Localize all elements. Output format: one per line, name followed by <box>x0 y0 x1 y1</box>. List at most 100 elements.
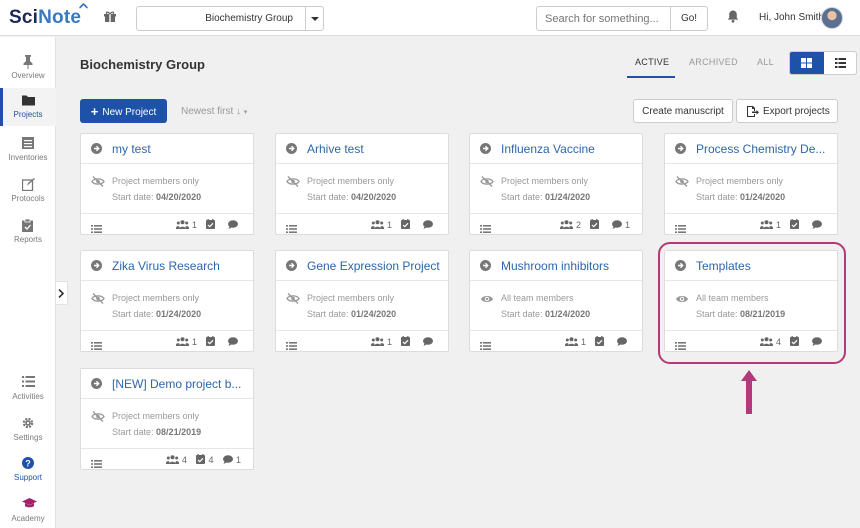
visibility-icon <box>286 174 300 192</box>
sidebar-collapse-button[interactable] <box>56 281 68 305</box>
calendar-check-icon <box>196 454 206 464</box>
experiments-list-icon[interactable] <box>480 337 491 355</box>
experiments-list-icon[interactable] <box>91 220 102 238</box>
sidebar-item-activities[interactable]: Activities <box>0 370 56 408</box>
tasks-count[interactable] <box>790 219 802 230</box>
project-card-title[interactable]: Influenza Vaccine <box>501 142 639 156</box>
members-count[interactable]: 1 <box>175 337 197 347</box>
new-project-button[interactable]: + New Project <box>80 99 167 123</box>
tasks-count[interactable]: 4 <box>196 454 213 465</box>
project-card-footer: 1 <box>276 330 448 351</box>
project-card-title[interactable]: Process Chemistry De... <box>696 142 834 156</box>
members-count[interactable]: 1 <box>370 220 392 230</box>
project-card-title[interactable]: [NEW] Demo project b... <box>112 377 250 391</box>
experiments-list-icon[interactable] <box>480 220 491 238</box>
project-card-footer: 1 <box>470 330 642 351</box>
members-count-value: 2 <box>575 220 581 230</box>
list-icon <box>480 225 491 233</box>
tasks-count[interactable] <box>595 336 607 347</box>
graduation-cap-icon <box>22 498 37 508</box>
gift-icon[interactable] <box>104 10 116 28</box>
project-card-title[interactable]: my test <box>112 142 250 156</box>
project-card-header: Mushroom inhibitors <box>470 251 642 281</box>
sidebar-item-support[interactable]: ? Support <box>0 451 56 489</box>
project-card[interactable]: [NEW] Demo project b... Project members … <box>80 368 254 470</box>
comments-count[interactable] <box>228 220 241 230</box>
project-card-title[interactable]: Mushroom inhibitors <box>501 259 639 273</box>
calendar-check-icon <box>590 219 600 229</box>
cards-view-button[interactable] <box>790 52 824 74</box>
tasks-count[interactable] <box>401 336 413 347</box>
sidebar-item-inventories[interactable]: Inventories <box>0 131 56 169</box>
start-date-value: 01/24/2020 <box>740 192 786 202</box>
users-icon <box>175 220 189 229</box>
tab-active[interactable]: ACTIVE <box>635 57 669 67</box>
scinote-logo[interactable]: SciNote <box>9 2 89 29</box>
comments-count[interactable] <box>617 337 630 347</box>
comments-count[interactable] <box>423 220 436 230</box>
project-card[interactable]: Mushroom inhibitors All team members Sta… <box>469 250 643 352</box>
sidebar-item-reports[interactable]: Reports <box>0 213 56 251</box>
project-card-title[interactable]: Gene Expression Project <box>307 259 445 273</box>
project-card[interactable]: Gene Expression Project Project members … <box>275 250 449 352</box>
svg-text:?: ? <box>25 458 31 468</box>
comments-count[interactable] <box>423 337 436 347</box>
project-card[interactable]: Arhive test Project members only Start d… <box>275 133 449 235</box>
comments-count[interactable] <box>812 220 825 230</box>
eye-slash-icon <box>480 176 494 187</box>
project-card-title[interactable]: Arhive test <box>307 142 445 156</box>
experiments-list-icon[interactable] <box>286 337 297 355</box>
sidebar-item-overview[interactable]: Overview <box>0 49 56 87</box>
tasks-count[interactable] <box>590 219 602 230</box>
tasks-count[interactable] <box>206 219 218 230</box>
notifications-bell-icon[interactable] <box>727 10 739 28</box>
project-visibility: Project members only <box>112 411 200 421</box>
comments-count[interactable]: 1 <box>222 455 241 465</box>
project-card-footer: 1 <box>81 213 253 234</box>
sidebar-item-projects[interactable]: Projects <box>0 88 56 126</box>
experiments-list-icon[interactable] <box>91 337 102 355</box>
experiments-list-icon[interactable] <box>286 220 297 238</box>
comments-count-value: 1 <box>235 455 241 465</box>
comments-count[interactable] <box>228 337 241 347</box>
team-select[interactable]: Biochemistry Group <box>136 6 324 31</box>
user-greeting[interactable]: Hi, John Smith <box>759 12 824 23</box>
sidebar-item-protocols[interactable]: Protocols <box>0 172 56 210</box>
project-card[interactable]: Zika Virus Research Project members only… <box>80 250 254 352</box>
search-go-button[interactable]: Go! <box>670 6 708 31</box>
comment-icon <box>611 220 622 229</box>
tab-all[interactable]: ALL <box>757 57 774 67</box>
search-input[interactable] <box>536 6 671 31</box>
sidebar-item-settings[interactable]: Settings <box>0 411 56 449</box>
create-manuscript-button[interactable]: Create manuscript <box>633 99 733 123</box>
comments-count[interactable]: 1 <box>611 220 630 230</box>
members-count[interactable]: 2 <box>559 220 581 230</box>
sort-dropdown[interactable]: Newest first ↓ ▾ <box>181 106 247 117</box>
members-count[interactable]: 1 <box>759 220 781 230</box>
sidebar-item-academy[interactable]: Academy <box>0 492 56 528</box>
list-icon <box>835 58 846 68</box>
users-icon <box>370 220 384 229</box>
experiments-list-icon[interactable] <box>675 220 686 238</box>
arrow-right-circle-icon <box>91 260 102 271</box>
gear-icon <box>22 417 34 429</box>
project-card-stats: 1 <box>364 219 436 230</box>
tasks-count[interactable] <box>401 219 413 230</box>
members-count[interactable]: 1 <box>175 220 197 230</box>
members-count[interactable]: 1 <box>564 337 586 347</box>
export-projects-label: Export projects <box>763 105 830 117</box>
project-card[interactable]: Process Chemistry De... Project members … <box>664 133 838 235</box>
members-count[interactable]: 4 <box>165 455 187 465</box>
list-view-button[interactable] <box>824 52 856 74</box>
tasks-count[interactable] <box>206 336 218 347</box>
project-card[interactable]: my test Project members only Start date:… <box>80 133 254 235</box>
avatar[interactable] <box>821 7 843 29</box>
members-count[interactable]: 1 <box>370 337 392 347</box>
experiments-list-icon[interactable] <box>91 455 102 473</box>
export-projects-button[interactable]: Export projects <box>736 99 838 123</box>
team-select-value: Biochemistry Group <box>205 13 293 24</box>
tab-archived[interactable]: ARCHIVED <box>689 57 738 67</box>
chevron-down-icon[interactable] <box>305 7 323 30</box>
project-card-title[interactable]: Zika Virus Research <box>112 259 250 273</box>
project-card[interactable]: Influenza Vaccine Project members only S… <box>469 133 643 235</box>
